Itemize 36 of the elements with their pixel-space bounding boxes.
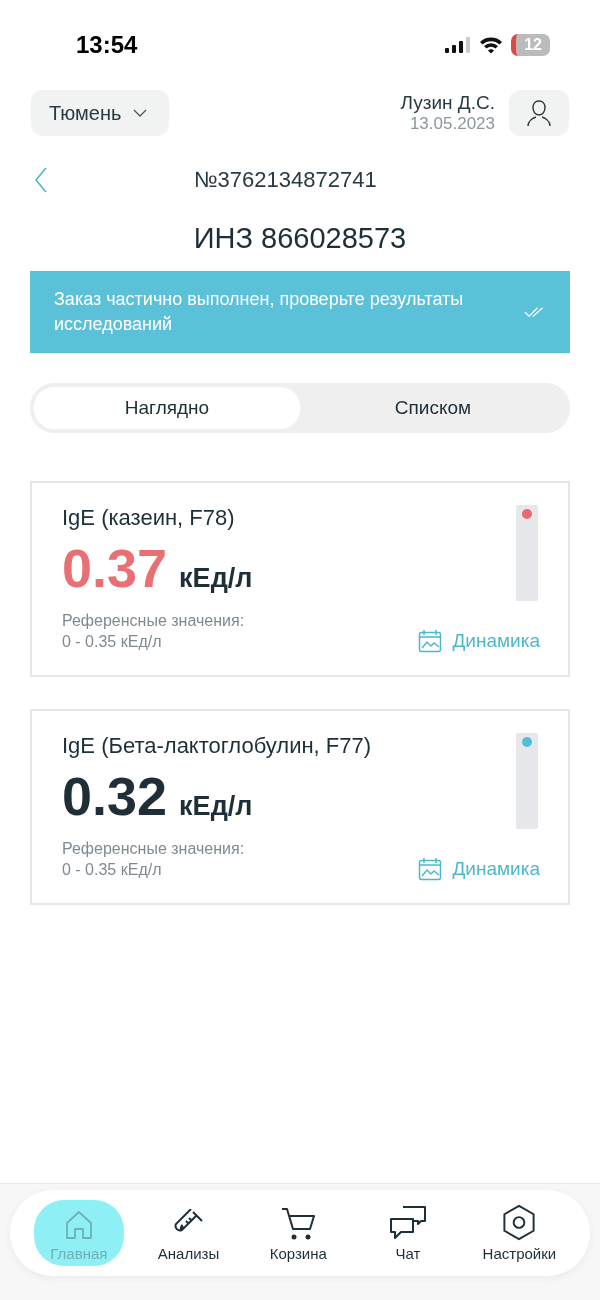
chevron-down-icon [133, 109, 148, 117]
battery-level: 12 [511, 34, 550, 56]
order-number: №3762134872741 [194, 167, 377, 193]
nav-item[interactable]: Корзина [253, 1200, 344, 1266]
profile-button[interactable] [509, 90, 569, 136]
nav-item[interactable]: Анализы [143, 1200, 234, 1266]
reference-range: 0 - 0.35 кЕд/л [62, 859, 163, 880]
result-value: 0.32 [62, 764, 168, 827]
settings-icon [501, 1204, 538, 1241]
unit-text: кЕд/л [179, 563, 253, 595]
signal-icon [445, 37, 472, 53]
reference-label: Референсные значения: [62, 838, 246, 859]
chart-calendar-icon [418, 856, 443, 881]
chart-calendar-icon [418, 628, 443, 653]
reference-label: Референсные значения: [62, 611, 246, 632]
date-text: 13.05.2023 [409, 114, 495, 134]
order-title: ИНЗ 866028573 [192, 222, 408, 255]
view-tab[interactable]: Списком [300, 387, 566, 430]
test-name: IgE (Бета-лактоглобулин, F77) [62, 732, 372, 759]
view-tab[interactable]: Наглядно [34, 387, 300, 430]
city-dropdown[interactable]: Тюмень [31, 90, 170, 136]
unit-text: кЕд/л [179, 790, 253, 822]
notice-text: Заказ частично выполнен, проверьте результаты исследований [54, 288, 465, 337]
reference-range: 0 - 0.35 кЕд/л [62, 632, 163, 653]
result-value: 0.37 [62, 537, 168, 600]
back-chevron-icon [34, 167, 48, 193]
status-time: 13:54 [76, 31, 138, 59]
wifi-icon [479, 36, 504, 54]
chat-icon [388, 1205, 427, 1241]
double-check-icon [524, 305, 546, 320]
nav-item[interactable]: Чат [362, 1200, 453, 1266]
cart-icon [280, 1207, 317, 1241]
nav-item[interactable]: Настройки [472, 1200, 567, 1266]
user-icon [526, 99, 552, 127]
user-name: Лузин Д.С. [400, 92, 495, 114]
test-name: IgE (казеин, F78) [62, 505, 236, 532]
